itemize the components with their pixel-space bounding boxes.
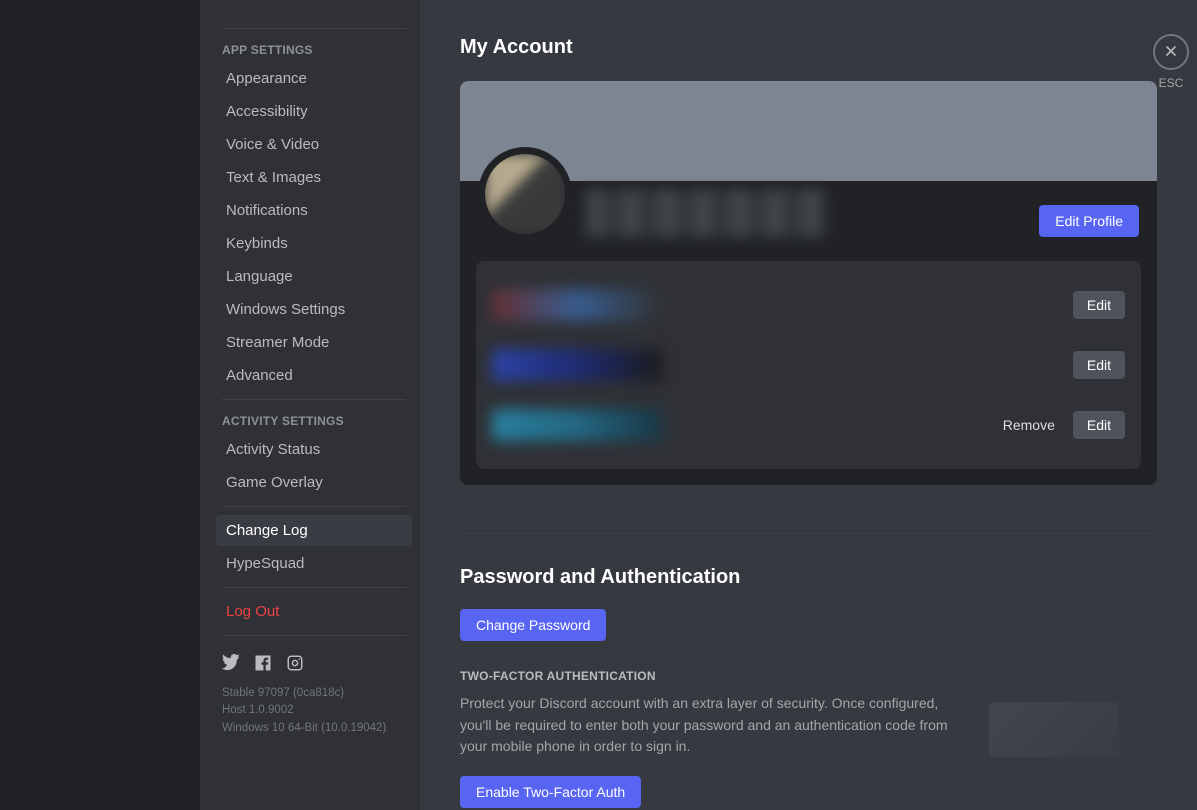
change-password-button[interactable]: Change Password bbox=[460, 609, 606, 641]
divider bbox=[222, 587, 406, 588]
sidebar-item-language[interactable]: Language bbox=[216, 261, 412, 292]
tfa-description: Protect your Discord account with an ext… bbox=[460, 693, 960, 758]
facebook-icon[interactable] bbox=[254, 654, 272, 677]
tfa-subheader: TWO-FACTOR AUTHENTICATION bbox=[460, 669, 1157, 683]
avatar[interactable] bbox=[478, 147, 572, 241]
account-fields: Edit Edit Remove Edit bbox=[476, 261, 1141, 469]
build-info: Stable 97097 (0ca818c) Host 1.0.9002 Win… bbox=[216, 685, 412, 737]
divider bbox=[222, 28, 406, 29]
sidebar-item-notifications[interactable]: Notifications bbox=[216, 195, 412, 226]
sidebar-item-appearance[interactable]: Appearance bbox=[216, 63, 412, 94]
build-line-3: Windows 10 64-Bit (10.0.19042) bbox=[222, 720, 406, 737]
sidebar-header-app-settings: APP SETTINGS bbox=[216, 37, 412, 63]
close-settings: ESC bbox=[1153, 34, 1189, 90]
field-value-redacted bbox=[492, 349, 662, 381]
divider bbox=[460, 533, 1157, 534]
sidebar-item-text-images[interactable]: Text & Images bbox=[216, 162, 412, 193]
sidebar-header-activity-settings: ACTIVITY SETTINGS bbox=[216, 408, 412, 434]
enable-tfa-button[interactable]: Enable Two-Factor Auth bbox=[460, 776, 641, 808]
remove-phone-link[interactable]: Remove bbox=[1003, 417, 1055, 433]
sidebar-item-logout[interactable]: Log Out bbox=[216, 596, 412, 627]
main-content: ESC My Account Edit Profile Edit Edit bbox=[420, 0, 1197, 810]
close-esc-label: ESC bbox=[1159, 76, 1184, 90]
instagram-icon[interactable] bbox=[286, 654, 304, 677]
account-card: Edit Profile Edit Edit Remove Edit bbox=[460, 81, 1157, 485]
close-icon bbox=[1163, 43, 1179, 62]
edit-email-button[interactable]: Edit bbox=[1073, 351, 1125, 379]
field-row-phone: Remove Edit bbox=[492, 397, 1125, 453]
settings-sidebar: APP SETTINGS Appearance Accessibility Vo… bbox=[200, 0, 420, 810]
build-line-1: Stable 97097 (0ca818c) bbox=[222, 685, 406, 702]
username-redacted bbox=[586, 189, 826, 237]
build-line-2: Host 1.0.9002 bbox=[222, 702, 406, 719]
divider bbox=[222, 506, 406, 507]
divider bbox=[222, 635, 406, 636]
field-row-email: Edit bbox=[492, 337, 1125, 393]
sidebar-item-advanced[interactable]: Advanced bbox=[216, 360, 412, 391]
sidebar-item-game-overlay[interactable]: Game Overlay bbox=[216, 467, 412, 498]
edit-username-button[interactable]: Edit bbox=[1073, 291, 1125, 319]
edit-phone-button[interactable]: Edit bbox=[1073, 411, 1125, 439]
social-links bbox=[216, 644, 412, 685]
edit-profile-button[interactable]: Edit Profile bbox=[1039, 205, 1139, 237]
field-value-redacted bbox=[492, 289, 662, 321]
sidebar-item-keybinds[interactable]: Keybinds bbox=[216, 228, 412, 259]
sidebar-item-hypesquad[interactable]: HypeSquad bbox=[216, 548, 412, 579]
sidebar-item-streamer-mode[interactable]: Streamer Mode bbox=[216, 327, 412, 358]
twitter-icon[interactable] bbox=[222, 654, 240, 677]
sidebar-item-change-log[interactable]: Change Log bbox=[216, 515, 412, 546]
close-button[interactable] bbox=[1153, 34, 1189, 70]
field-row-username: Edit bbox=[492, 277, 1125, 333]
sidebar-item-accessibility[interactable]: Accessibility bbox=[216, 96, 412, 127]
tfa-illustration bbox=[989, 702, 1119, 757]
sidebar-item-voice-video[interactable]: Voice & Video bbox=[216, 129, 412, 160]
section-title-auth: Password and Authentication bbox=[460, 566, 1157, 589]
sidebar-item-activity-status[interactable]: Activity Status bbox=[216, 434, 412, 465]
left-gutter bbox=[0, 0, 200, 810]
page-title: My Account bbox=[460, 36, 1157, 59]
sidebar-item-windows-settings[interactable]: Windows Settings bbox=[216, 294, 412, 325]
divider bbox=[222, 399, 406, 400]
profile-header: Edit Profile bbox=[460, 181, 1157, 261]
field-value-redacted bbox=[492, 409, 662, 441]
